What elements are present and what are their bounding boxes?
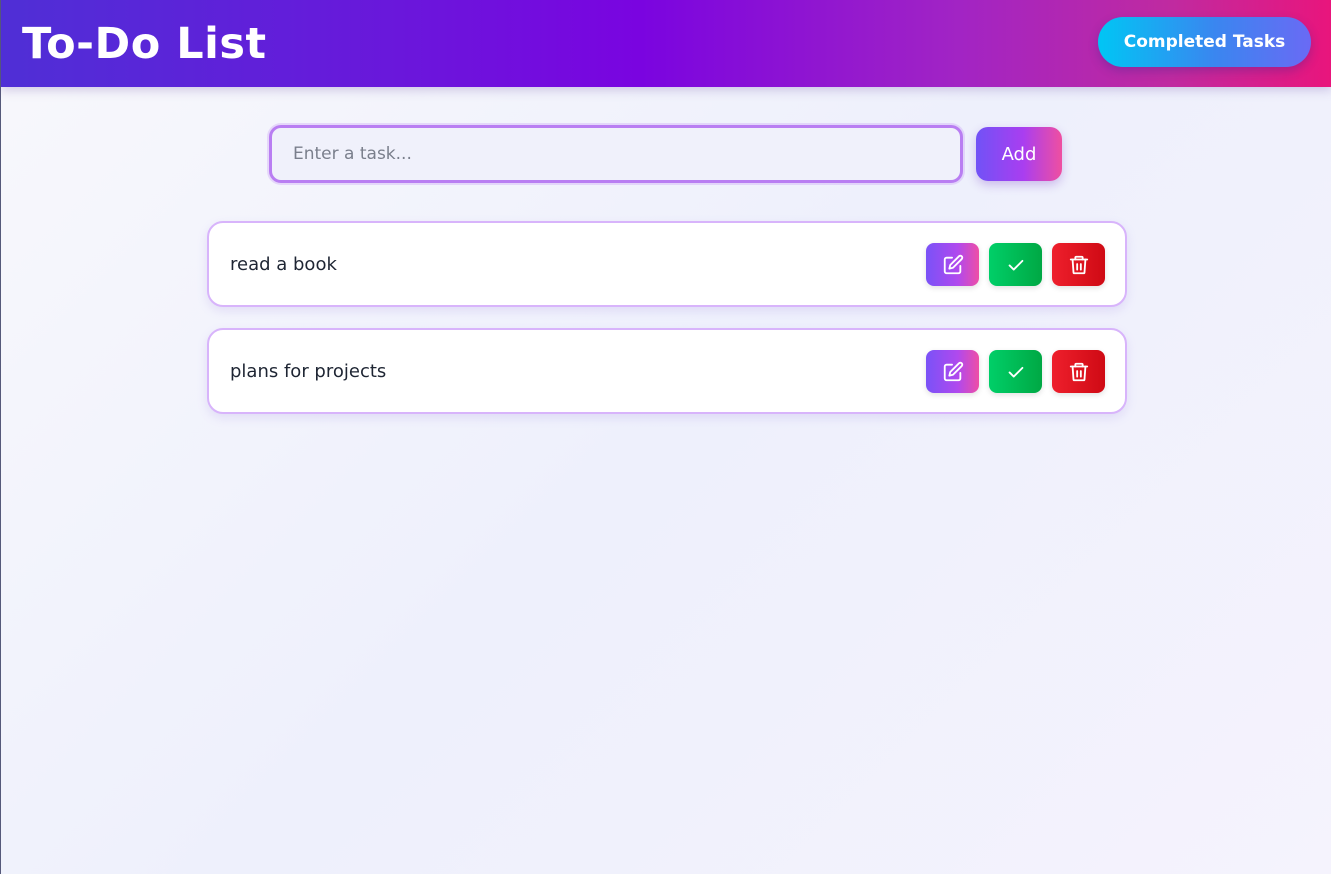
- edit-icon: [943, 361, 963, 381]
- check-icon: [1008, 366, 1023, 377]
- delete-task-button[interactable]: [1052, 350, 1105, 393]
- task-item: plans for projects: [207, 328, 1127, 414]
- trash-icon: [1069, 255, 1088, 274]
- task-text: plans for projects: [230, 361, 387, 382]
- complete-task-button[interactable]: [989, 350, 1042, 393]
- delete-task-button[interactable]: [1052, 243, 1105, 286]
- edit-icon: [943, 254, 963, 274]
- task-actions: [926, 243, 1105, 286]
- task-item: read a book: [207, 221, 1127, 307]
- trash-icon: [1069, 362, 1088, 381]
- task-actions: [926, 350, 1105, 393]
- app-header: To-Do List Completed Tasks: [1, 0, 1331, 87]
- completed-tasks-button[interactable]: Completed Tasks: [1098, 17, 1311, 67]
- edit-task-button[interactable]: [926, 350, 979, 393]
- add-task-button[interactable]: Add: [976, 127, 1062, 181]
- check-icon: [1008, 259, 1023, 270]
- task-input[interactable]: [269, 125, 963, 183]
- task-text: read a book: [230, 254, 337, 275]
- task-list: read a book plans for projects: [207, 221, 1127, 435]
- app-title: To-Do List: [22, 19, 267, 69]
- complete-task-button[interactable]: [989, 243, 1042, 286]
- edit-task-button[interactable]: [926, 243, 979, 286]
